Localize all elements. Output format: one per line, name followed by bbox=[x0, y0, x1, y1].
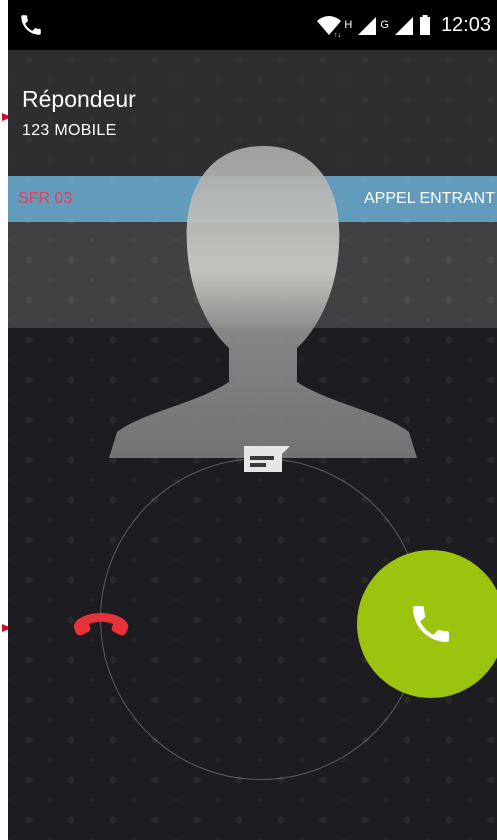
signal-icon-2 bbox=[394, 17, 413, 35]
status-bar: ↑↓ H G 12:03 bbox=[8, 0, 497, 50]
svg-text:↑↓: ↑↓ bbox=[334, 32, 341, 37]
network-type-g: G bbox=[380, 19, 389, 31]
caller-name: Répondeur bbox=[22, 86, 136, 112]
carrier-label: SFR 03 bbox=[18, 190, 73, 207]
wifi-icon: ↑↓ bbox=[317, 16, 342, 37]
network-type-h: H bbox=[344, 19, 353, 31]
signal-icon bbox=[358, 17, 377, 35]
clock: 12:03 bbox=[440, 13, 491, 36]
message-icon[interactable] bbox=[242, 440, 292, 476]
phone-icon bbox=[21, 15, 41, 35]
battery-icon bbox=[419, 15, 430, 35]
answer-call-button[interactable] bbox=[357, 550, 497, 698]
incoming-call-screen: ↑↓ H G 12:03 Répondeur 123 MOBILE SFR 03… bbox=[8, 0, 497, 840]
answer-call-icon bbox=[413, 606, 449, 642]
call-state-label: APPEL ENTRANT bbox=[364, 190, 495, 207]
hang-up-icon[interactable] bbox=[68, 600, 134, 646]
caller-number-label: 123 MOBILE bbox=[22, 122, 117, 139]
